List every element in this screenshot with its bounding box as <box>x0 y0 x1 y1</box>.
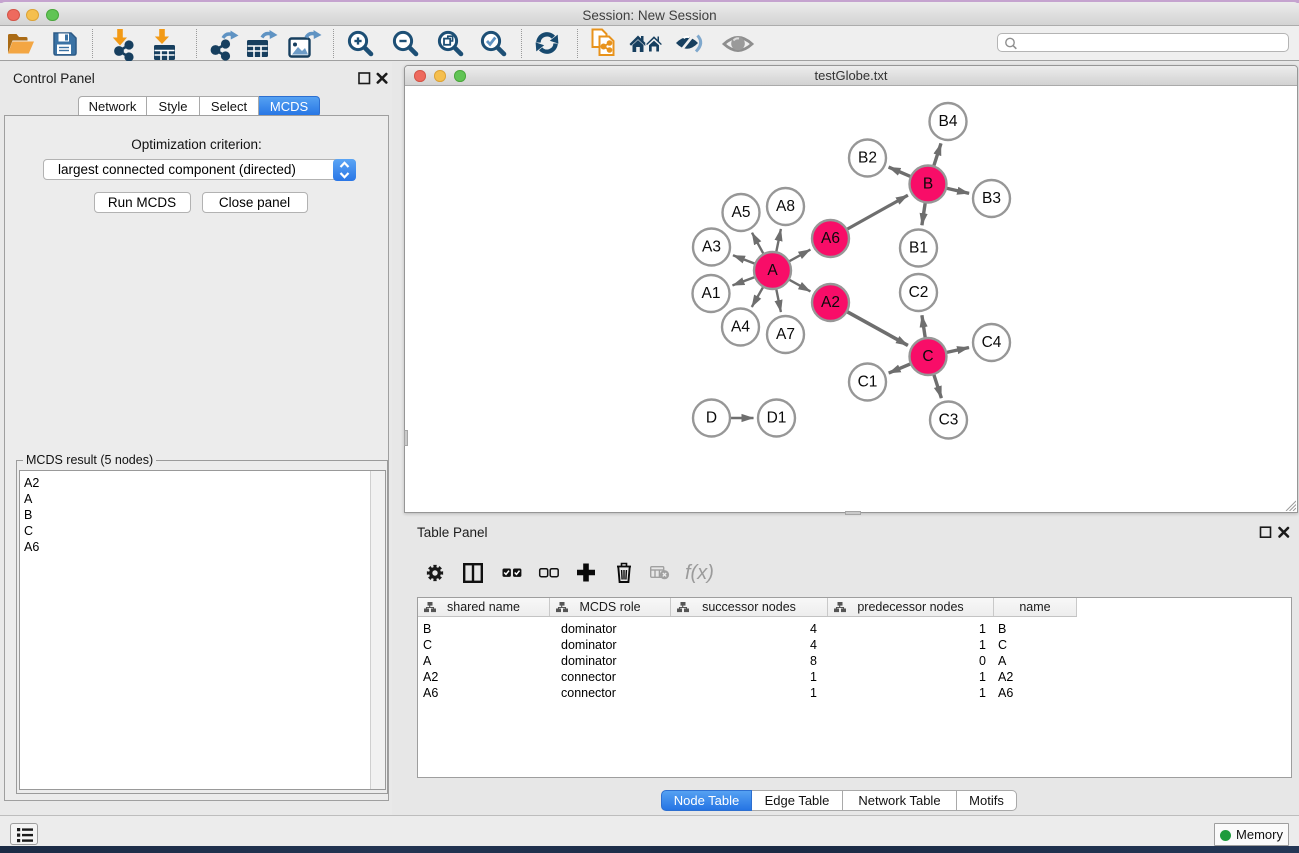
svg-text:A6: A6 <box>821 230 840 247</box>
svg-text:f(x): f(x) <box>685 562 714 584</box>
svg-text:A8: A8 <box>776 198 795 215</box>
svg-text:D: D <box>706 410 717 427</box>
svg-text:B: B <box>923 176 933 193</box>
svg-text:C1: C1 <box>858 374 878 391</box>
svg-text:C2: C2 <box>909 284 929 301</box>
svg-text:A1: A1 <box>702 285 721 302</box>
svg-text:A5: A5 <box>732 204 751 221</box>
svg-text:C3: C3 <box>939 412 959 429</box>
svg-text:C4: C4 <box>982 334 1002 351</box>
svg-text:D1: D1 <box>767 410 787 427</box>
svg-text:A3: A3 <box>702 239 721 256</box>
svg-text:A: A <box>767 262 778 279</box>
svg-text:B2: B2 <box>858 150 877 167</box>
svg-text:A2: A2 <box>821 294 840 311</box>
svg-text:B4: B4 <box>939 113 958 130</box>
svg-text:B1: B1 <box>909 240 928 257</box>
svg-text:C: C <box>922 348 933 365</box>
svg-text:A4: A4 <box>731 319 750 336</box>
svg-text:A7: A7 <box>776 326 795 343</box>
svg-text:B3: B3 <box>982 190 1001 207</box>
